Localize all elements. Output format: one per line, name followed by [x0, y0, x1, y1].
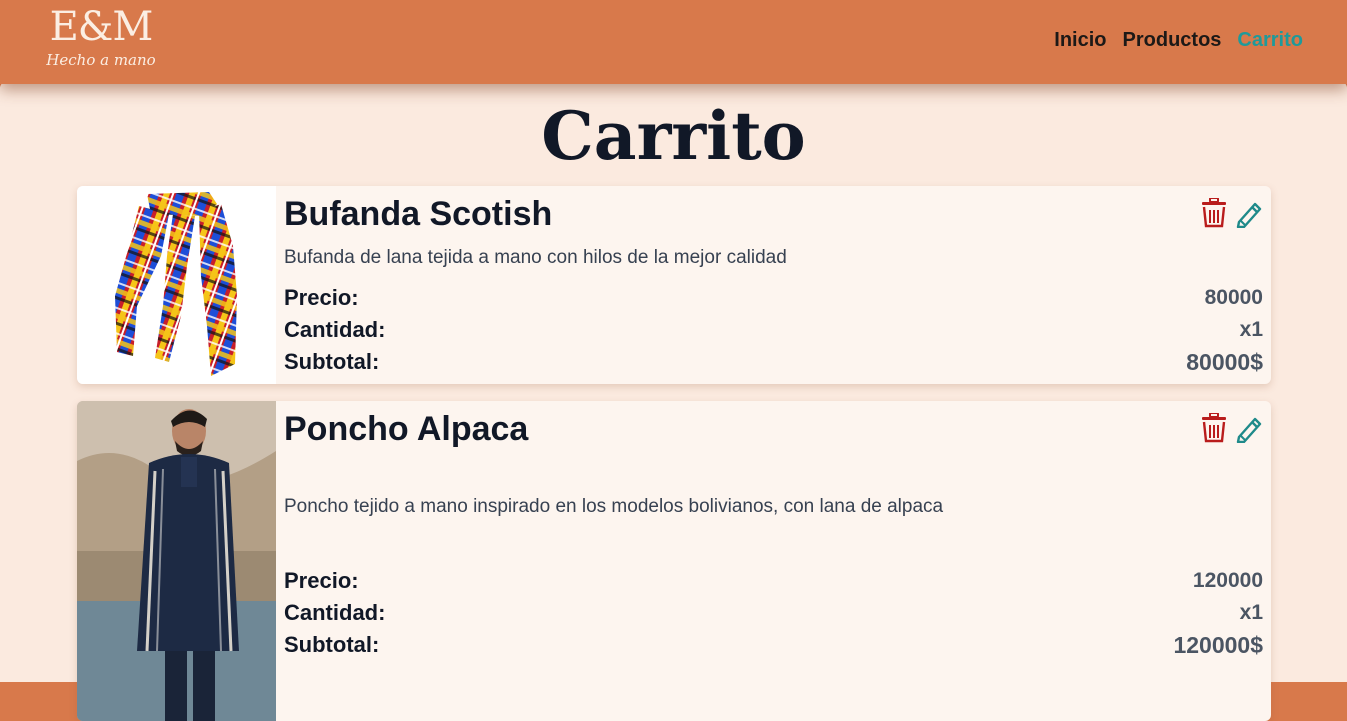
product-description: Poncho tejido a mano inspirado en los mo… [284, 496, 944, 517]
price-row: Precio: 80000 [284, 282, 1263, 314]
product-image-bufanda [77, 186, 276, 384]
subtotal-row: Subtotal: 80000$ [284, 346, 1263, 378]
trash-icon[interactable] [1201, 197, 1227, 228]
cart-item: Bufanda Scotish Bufanda de lana tejida a… [77, 186, 1271, 384]
cart-page: Carrito Bufanda Scotish Bufanda de lana … [0, 82, 1347, 721]
brand-logo[interactable]: E&M Hecho a mano [46, 4, 156, 68]
quantity-row: Cantidad: x1 [284, 597, 1263, 629]
product-name: Poncho Alpaca [284, 410, 529, 448]
pencil-icon[interactable] [1235, 413, 1262, 444]
subtotal-value: 120000$ [1173, 631, 1263, 658]
top-header: E&M Hecho a mano Inicio Productos Carrit… [0, 0, 1347, 84]
quantity-label: Cantidad: [284, 317, 386, 342]
page-title: Carrito [541, 97, 806, 175]
nav-item-carrito[interactable]: Carrito [1237, 28, 1303, 52]
item-actions [1201, 197, 1262, 229]
price-label: Precio: [284, 285, 359, 310]
product-name: Bufanda Scotish [284, 195, 553, 233]
quantity-value: x1 [1239, 318, 1263, 341]
main-nav: Inicio Productos Carrito [1054, 28, 1303, 52]
quantity-row: Cantidad: x1 [284, 314, 1263, 346]
quantity-value: x1 [1239, 601, 1263, 624]
price-value: 80000 [1204, 286, 1263, 309]
subtotal-label: Subtotal: [284, 632, 380, 657]
product-description: Bufanda de lana tejida a mano con hilos … [284, 247, 787, 268]
brand-tagline: Hecho a mano [46, 51, 156, 69]
quantity-label: Cantidad: [284, 600, 386, 625]
subtotal-value: 80000$ [1186, 348, 1263, 375]
trash-icon[interactable] [1201, 412, 1227, 443]
item-actions [1201, 412, 1262, 444]
subtotal-row: Subtotal: 120000$ [284, 629, 1263, 661]
nav-item-productos[interactable]: Productos [1123, 28, 1222, 52]
price-row: Precio: 120000 [284, 565, 1263, 597]
product-image-poncho [77, 401, 276, 721]
price-value: 120000 [1192, 569, 1263, 592]
price-label: Precio: [284, 568, 359, 593]
pencil-icon[interactable] [1235, 198, 1262, 229]
brand-name: E&M [49, 4, 154, 50]
cart-item: Poncho Alpaca Poncho tejido a mano inspi… [77, 401, 1271, 721]
subtotal-label: Subtotal: [284, 349, 380, 374]
nav-item-inicio[interactable]: Inicio [1054, 28, 1106, 52]
